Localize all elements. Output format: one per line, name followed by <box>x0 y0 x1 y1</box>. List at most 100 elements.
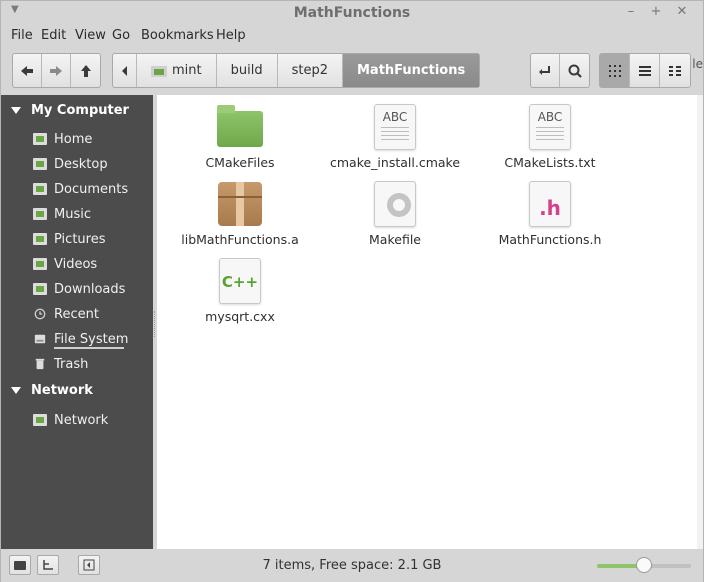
sidebar-item-label: Music <box>54 206 91 222</box>
sidebar-item-label: Downloads <box>54 281 126 297</box>
sidebar-item-home[interactable]: Home <box>33 130 92 148</box>
file-name: mysqrt.cxx <box>205 309 275 324</box>
recent-clock-icon <box>34 308 46 320</box>
clipped-toolbar-text: le <box>692 57 703 71</box>
breadcrumb-label: step2 <box>291 63 328 78</box>
home-folder-icon <box>33 133 47 145</box>
forward-arrow-icon <box>50 65 62 76</box>
sidebar-item-videos[interactable]: Videos <box>33 255 97 273</box>
location-entry-icon <box>539 65 550 75</box>
file-badge: ABC <box>537 110 563 124</box>
icon-view-button[interactable] <box>600 54 630 87</box>
trash-icon <box>35 358 45 370</box>
sidebar-item-trash[interactable]: Trash <box>33 355 88 373</box>
vertical-scrollbar[interactable] <box>697 95 703 549</box>
file-name: CMakeLists.txt <box>504 155 596 170</box>
menu-view[interactable]: View <box>75 28 106 43</box>
makefile-gear-icon <box>371 180 419 228</box>
sidebar-item-label: Documents <box>54 181 129 197</box>
sidebar-heading-my-computer[interactable]: My Computer <box>11 103 129 118</box>
up-arrow-icon <box>80 64 91 77</box>
folder-icon <box>216 103 264 151</box>
menu-help[interactable]: Help <box>216 28 246 43</box>
sidebar-item-pictures[interactable]: Pictures <box>33 230 105 248</box>
sidebar-item-label: Trash <box>54 356 89 372</box>
file-name: MathFunctions.h <box>498 232 602 247</box>
sidebar-item-label: File System <box>54 331 129 347</box>
search-icon <box>568 64 582 78</box>
pictures-folder-icon <box>33 233 47 245</box>
menu-go[interactable]: Go <box>112 28 130 43</box>
minimize-icon[interactable]: – <box>623 4 639 20</box>
file-item[interactable]: C++ mysqrt.cxx <box>165 257 315 324</box>
cpp-file-icon: C++ <box>216 257 264 305</box>
status-bar: 7 items, Free space: 2.1 GB <box>1 549 703 582</box>
sidebar-item-desktop[interactable]: Desktop <box>33 155 108 173</box>
sidebar-item-recent[interactable]: Recent <box>33 305 99 323</box>
location-search-buttons <box>530 53 590 88</box>
window-title: MathFunctions <box>293 5 411 21</box>
sidebar-item-label: Desktop <box>54 156 108 172</box>
sidebar-heading-label: My Computer <box>31 103 129 118</box>
file-manager-window: ▼ MathFunctions – + ✕ File Edit View Go … <box>0 0 704 582</box>
desktop-folder-icon <box>33 158 47 170</box>
close-icon[interactable]: ✕ <box>674 4 690 20</box>
navigation-buttons <box>12 53 101 88</box>
file-item[interactable]: Makefile <box>320 180 470 247</box>
sidebar-item-label: Home <box>54 131 93 147</box>
breadcrumb-label: mint <box>172 63 202 78</box>
chevron-left-icon <box>122 65 127 76</box>
back-button[interactable] <box>13 54 42 87</box>
sidebar-item-downloads[interactable]: Downloads <box>33 280 125 298</box>
documents-folder-icon <box>33 183 47 195</box>
search-button[interactable] <box>560 54 589 87</box>
sidebar-item-documents[interactable]: Documents <box>33 180 128 198</box>
text-file-icon: ABC <box>526 103 574 151</box>
file-item[interactable]: CMakeFiles <box>165 103 315 170</box>
file-name: CMakeFiles <box>205 155 275 170</box>
sidebar-heading-network[interactable]: Network <box>11 383 93 398</box>
breadcrumb-left-button[interactable] <box>113 54 137 87</box>
home-folder-icon <box>151 66 167 77</box>
menu-bookmarks[interactable]: Bookmarks <box>141 28 214 43</box>
view-mode-buttons <box>599 53 691 88</box>
sidebar-item-label: Network <box>54 412 109 428</box>
breadcrumb-build[interactable]: build <box>217 54 278 87</box>
sidebar-item-file-system[interactable]: File System <box>33 330 128 348</box>
sidebar-heading-label: Network <box>31 383 93 398</box>
sidebar-item-label: Recent <box>54 306 99 322</box>
file-badge: ABC <box>382 110 408 124</box>
file-item[interactable]: libMathFunctions.a <box>165 180 315 247</box>
list-view-button[interactable] <box>630 54 660 87</box>
breadcrumb-mint[interactable]: mint <box>137 54 217 87</box>
file-name: Makefile <box>369 232 421 247</box>
sidebar-item-network[interactable]: Network <box>33 411 108 429</box>
menu-edit[interactable]: Edit <box>41 28 66 43</box>
sidebar-item-label: Videos <box>54 256 98 272</box>
file-item[interactable]: .h MathFunctions.h <box>475 180 625 247</box>
drive-icon <box>34 334 46 344</box>
zoom-slider-handle[interactable] <box>636 557 652 573</box>
breadcrumb-step2[interactable]: step2 <box>278 54 343 87</box>
network-folder-icon <box>33 414 47 426</box>
expand-triangle-icon <box>11 387 21 394</box>
sidebar: My Computer Home Desktop Documents Music… <box>1 95 153 549</box>
up-button[interactable] <box>71 54 100 87</box>
file-name: cmake_install.cmake <box>329 155 461 170</box>
back-arrow-icon <box>21 65 33 76</box>
menu-file[interactable]: File <box>11 28 33 43</box>
file-name: libMathFunctions.a <box>181 232 299 247</box>
breadcrumb: mint build step2 MathFunctions <box>112 53 481 88</box>
forward-button[interactable] <box>42 54 71 87</box>
compact-view-button[interactable] <box>660 54 690 87</box>
grid-view-icon <box>608 64 621 77</box>
breadcrumb-mathfunctions[interactable]: MathFunctions <box>343 54 480 87</box>
file-item[interactable]: ABC cmake_install.cmake <box>320 103 470 170</box>
toggle-location-button[interactable] <box>531 54 560 87</box>
toolbar: mint build step2 MathFunctions le <box>1 47 703 95</box>
sidebar-item-music[interactable]: Music <box>33 205 91 223</box>
maximize-icon[interactable]: + <box>648 4 664 20</box>
compact-view-icon <box>669 65 681 76</box>
file-item[interactable]: ABC CMakeLists.txt <box>475 103 625 170</box>
text-file-icon: ABC <box>371 103 419 151</box>
